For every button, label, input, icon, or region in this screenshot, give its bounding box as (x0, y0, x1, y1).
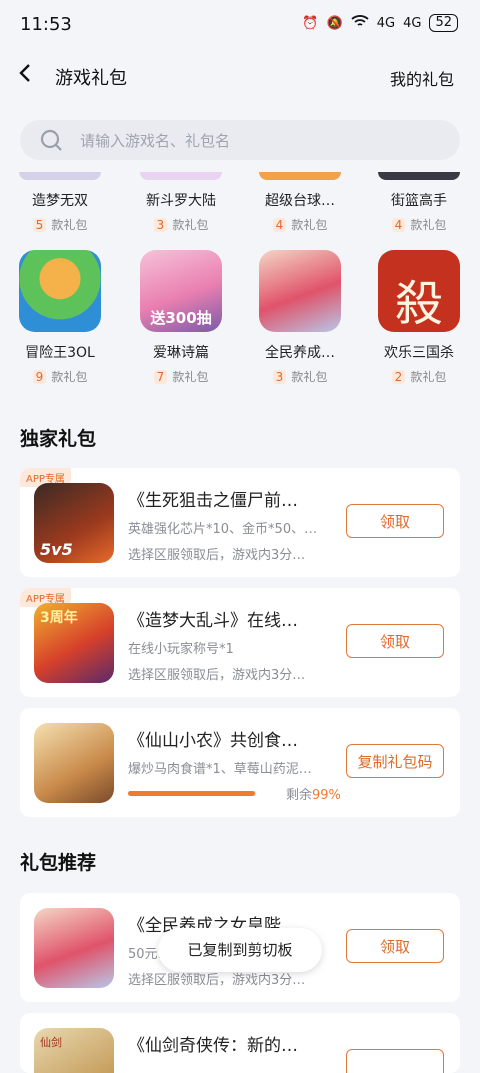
game-item-zaomengwushuang[interactable]: 造梦无双 5 款礼包 (18, 172, 102, 233)
game-item-ailinshipian[interactable]: 送300抽 爱琳诗篇 7 款礼包 (139, 250, 223, 385)
game-name: 造梦无双 (32, 193, 88, 209)
claim-button[interactable]: 领取 (346, 504, 444, 538)
claim-button[interactable] (346, 1049, 444, 1073)
copy-code-button[interactable]: 复制礼包码 (346, 744, 444, 778)
game-item-chaojitaiqiu[interactable]: 超级台球… 4 款礼包 (258, 172, 342, 233)
game-icon (140, 172, 222, 180)
gift-card[interactable]: 《仙山小农》共创食… 爆炒马肉食谱*1、草莓山药泥… 剩余99% 复制礼包码 (20, 708, 460, 817)
wifi-icon (351, 14, 369, 32)
gift-count: 3 款礼包 (139, 216, 223, 233)
game-icon: 仙剑 (34, 1028, 114, 1073)
game-icon: 3周年 (34, 603, 114, 683)
game-name: 超级台球… (265, 193, 335, 209)
gift-card[interactable]: APP专属 3周年 《造梦大乱斗》在线… 在线小玩家称号*1 选择区服领取后，游… (20, 588, 460, 697)
claim-button[interactable]: 领取 (346, 624, 444, 658)
status-icons: ⏰ 🔕 4G 4G 52 (302, 14, 458, 32)
search-placeholder: 请输入游戏名、礼包名 (80, 132, 231, 150)
gift-contents: 在线小玩家称号*1 (128, 642, 234, 657)
game-item-maoxianwang[interactable]: 冒险王3OL 9 款礼包 (18, 250, 102, 385)
game-name: 街篮高手 (391, 193, 447, 209)
gift-count: 5 款礼包 (18, 216, 102, 233)
alarm-icon: ⏰ (302, 15, 319, 31)
game-icon (259, 172, 341, 180)
top-nav: 游戏礼包 我的礼包 (0, 50, 480, 102)
game-icon (34, 723, 114, 803)
signal-icon: 4G (376, 15, 396, 31)
back-arrow-icon[interactable] (18, 62, 32, 90)
game-name: 欢乐三国杀 (384, 345, 454, 361)
game-item-huanlesanguosha[interactable]: 殺 欢乐三国杀 2 款礼包 (377, 250, 461, 385)
battery-icon: 52 (429, 14, 458, 32)
gift-count: 4 款礼包 (258, 216, 342, 233)
gift-contents: 英雄强化芯片*10、金币*50、… (128, 522, 318, 537)
search-input[interactable]: 请输入游戏名、礼包名 (20, 120, 460, 160)
gift-count: 7 款礼包 (139, 368, 223, 385)
game-item-quanminyangcheng[interactable]: 全民养成… 3 款礼包 (258, 250, 342, 385)
game-icon: 殺 (378, 250, 460, 332)
game-item-jielangaoshou[interactable]: 街篮高手 4 款礼包 (377, 172, 461, 233)
signal-icon-2: 4G (403, 15, 422, 31)
section-title-recommend: 礼包推荐 (20, 852, 97, 874)
gift-count: 9 款礼包 (18, 368, 102, 385)
game-icon: 5v5 (34, 483, 114, 563)
gift-title: 《仙剑奇侠传：新的… (128, 1036, 298, 1056)
game-item-xindouluodalu[interactable]: 新斗罗大陆 3 款礼包 (139, 172, 223, 233)
game-icon: 送300抽 (140, 250, 222, 332)
mute-icon: 🔕 (326, 15, 343, 31)
game-name: 冒险王3OL (25, 345, 95, 361)
game-icon (378, 172, 460, 180)
game-grid: 造梦无双 5 款礼包 新斗罗大陆 3 款礼包 超级台球… 4 款礼包 街篮高手 4 款礼… (0, 172, 480, 396)
status-bar: 11:53 ⏰ 🔕 4G 4G 52 (0, 0, 480, 50)
game-icon (34, 908, 114, 988)
gift-count: 2 款礼包 (377, 368, 461, 385)
gift-instructions: 选择区服领取后，游戏内3分… (128, 548, 306, 563)
game-name: 新斗罗大陆 (146, 193, 216, 209)
gift-contents: 爆炒马肉食谱*1、草莓山药泥… (128, 762, 312, 777)
gift-title: 《仙山小农》共创食… (128, 731, 298, 751)
game-name: 全民养成… (265, 345, 335, 361)
page-title: 游戏礼包 (55, 68, 127, 89)
gift-count: 4 款礼包 (377, 216, 461, 233)
search-icon (40, 129, 62, 151)
gift-card[interactable]: 仙剑 《仙剑奇侠传：新的… (20, 1013, 460, 1073)
status-time: 11:53 (20, 14, 72, 35)
claim-button[interactable]: 领取 (346, 929, 444, 963)
gift-title: 《生死狙击之僵尸前… (128, 491, 298, 511)
copied-toast: 已复制到剪切板 (158, 928, 322, 972)
gift-instructions: 选择区服领取后，游戏内3分… (128, 668, 306, 683)
remaining-progress-bar (128, 791, 256, 796)
game-icon (19, 172, 101, 180)
gift-card[interactable]: APP专属 5v5 《生死狙击之僵尸前… 英雄强化芯片*10、金币*50、… 选… (20, 468, 460, 577)
my-gifts-link[interactable]: 我的礼包 (390, 66, 454, 90)
game-name: 爱琳诗篇 (153, 345, 209, 361)
remaining-label: 剩余99% (286, 788, 341, 803)
game-icon (259, 250, 341, 332)
gift-count: 3 款礼包 (258, 368, 342, 385)
game-icon (19, 250, 101, 332)
section-title-exclusive: 独家礼包 (20, 428, 97, 450)
gift-title: 《造梦大乱斗》在线… (128, 611, 298, 631)
